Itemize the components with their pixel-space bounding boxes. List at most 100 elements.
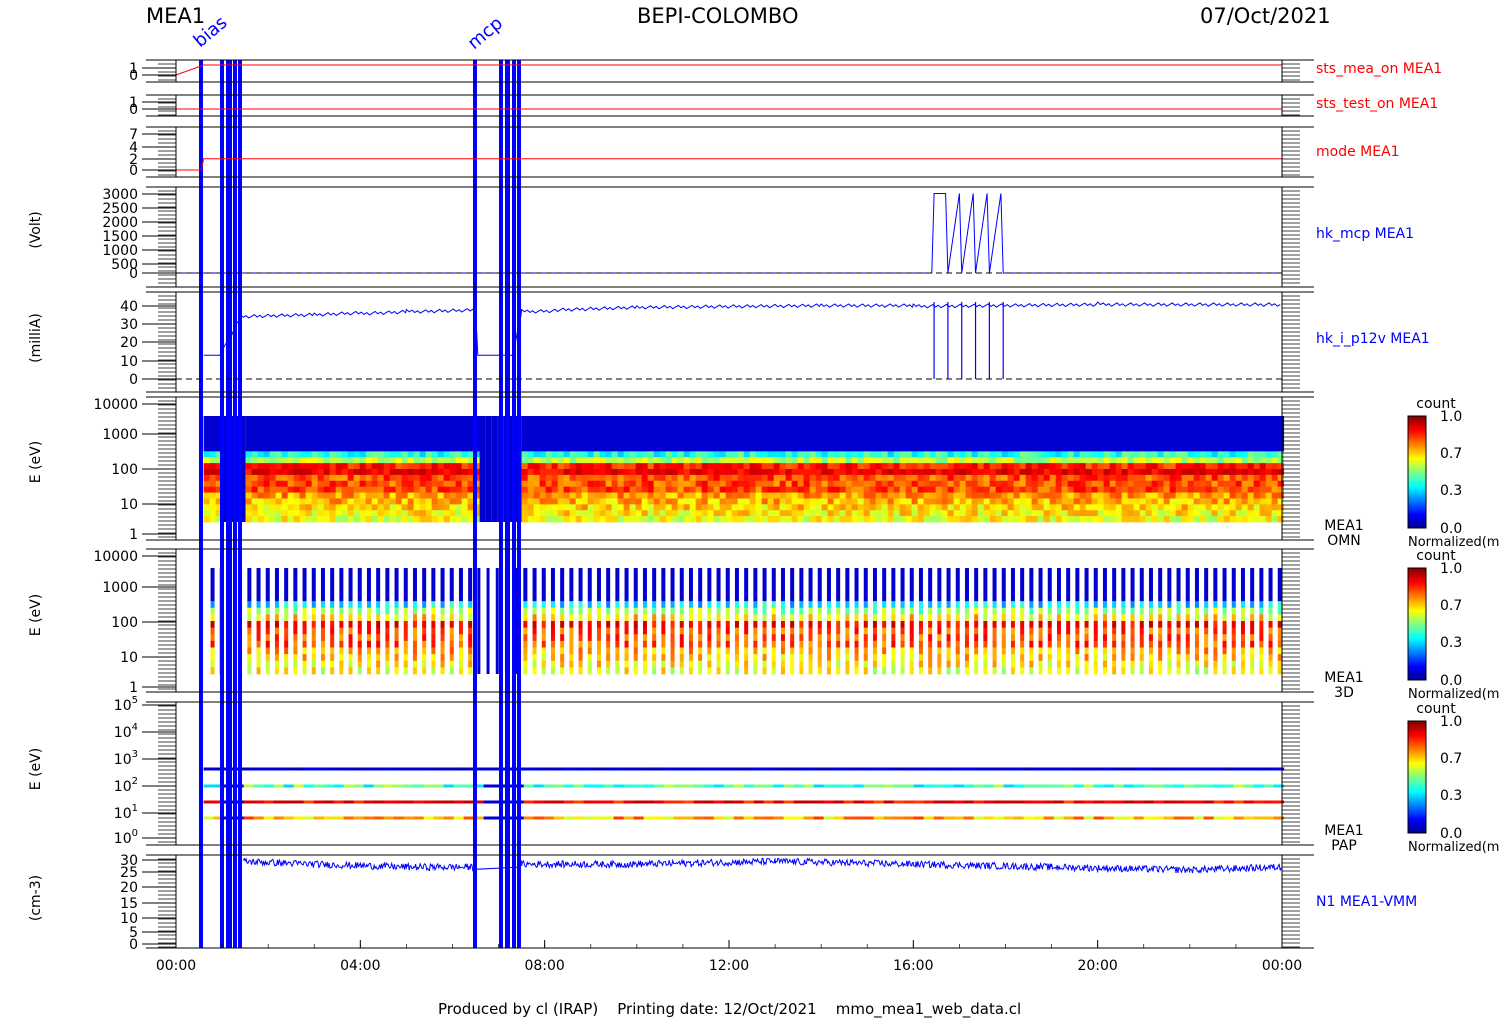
spec-cell [845,594,850,602]
spec-cell [1223,498,1231,505]
spec-cell [1029,640,1034,648]
spec-cell [293,574,298,582]
spec-cell [557,433,565,440]
spec-cell [1029,627,1034,635]
spec-cell [1121,480,1129,488]
spec-cell [719,498,727,505]
spec-cell [633,647,638,655]
spec-cell [971,516,979,523]
spec-cell [1268,621,1273,629]
spec-cell [743,492,751,499]
spec-cell [521,492,529,499]
spec-cell [935,427,943,435]
spec-cell [629,492,637,499]
spec-cell [275,492,283,499]
spec-cell [431,601,436,609]
spec-cell [284,634,289,642]
spec-cell [284,640,289,648]
spec-cell [701,433,709,440]
spec-cell [587,587,592,595]
spec-cell [1093,767,1105,771]
spec-cell [773,767,785,771]
spec-cell [755,457,763,464]
spec-cell [734,660,739,668]
spec-cell [383,784,395,788]
spec-cell [707,594,712,602]
spec-cell [881,469,889,476]
spec-cell [431,647,436,655]
spec-cell [357,660,362,668]
spec-cell [1145,486,1153,493]
spec-cell [923,474,931,482]
spec-cell [263,480,271,488]
spec-cell [251,486,259,493]
spec-cell [905,421,913,429]
spec-cell [719,486,727,493]
spec-cell [1268,647,1273,655]
spec-cell [293,667,298,675]
spec-cell [670,627,675,635]
spec-cell [753,627,758,635]
spec-cell [1049,486,1057,493]
spec-cell [269,416,277,423]
spec-cell [661,594,666,602]
spec-cell [329,427,337,435]
spec-cell [371,451,379,458]
spec-cell [1231,660,1236,668]
spec-cell [1241,445,1249,452]
spec-cell [1055,516,1063,523]
spec-cell [1066,574,1071,582]
spec-cell [1073,480,1081,488]
spec-cell [274,640,279,648]
spec-cell [923,498,931,505]
spec-cell [1061,427,1069,435]
spec-cell [1193,421,1201,429]
spec-cell [1109,480,1117,488]
spec-cell [731,439,739,446]
spec-cell [623,439,631,446]
spec-cell [803,445,811,452]
spec-cell [679,581,684,589]
spec-cell [532,594,537,602]
spec-cell [365,421,373,429]
spec-cell [713,469,721,476]
spec-cell [937,581,942,589]
spec-cell [661,660,666,668]
spec-cell [569,594,574,602]
spec-cell [245,486,253,493]
spec-cell [330,627,335,635]
spec-cell [1139,621,1144,629]
spec-cell [299,498,307,505]
spec-cell [731,463,739,470]
spec-cell [357,568,362,576]
spec-cell [533,784,545,788]
spec-cell [1001,486,1009,493]
spec-cell [1243,767,1255,771]
spec-cell [431,427,439,435]
spec-cell [851,504,859,511]
spec-cell [603,784,615,788]
spec-cell [1157,474,1165,482]
spec-cell [1038,621,1043,629]
spec-cell [839,433,847,440]
spec-cell [743,516,751,523]
spec-cell [767,451,775,458]
spec-cell [1268,627,1273,635]
spec-cell [713,439,721,446]
spec-cell [425,416,433,423]
spec-cell [551,510,559,517]
spec-cell [1187,439,1195,446]
spec-cell [809,421,817,429]
spec-cell [1211,504,1219,511]
spec-cell [836,640,841,648]
spec-cell [845,498,853,505]
spec-cell [1038,654,1043,662]
spec-cell [533,416,541,423]
spec-cell [1025,433,1033,440]
spec-cell [377,474,385,482]
spec-cell [606,587,611,595]
spec-cell [341,486,349,493]
spec-cell [1109,421,1117,429]
spec-cell [845,504,853,511]
spec-cell [725,667,730,675]
